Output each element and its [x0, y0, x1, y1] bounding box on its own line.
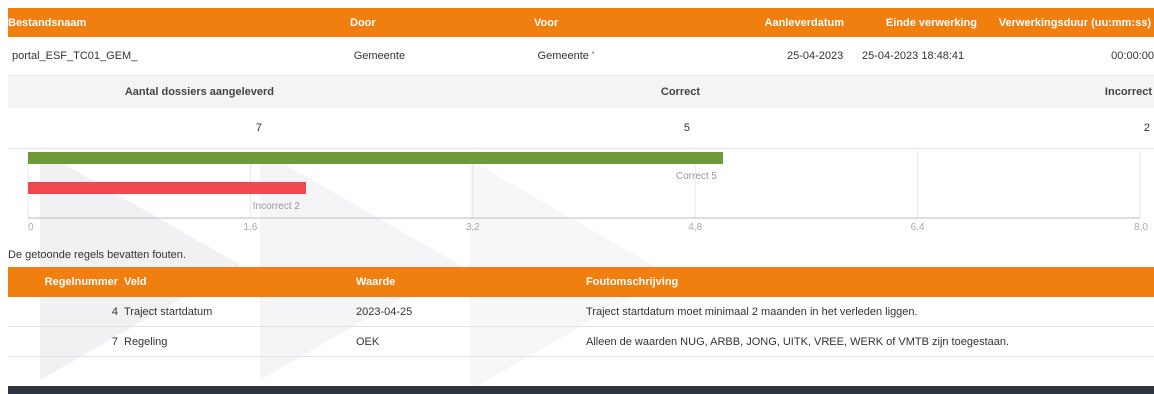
- cell-verwerkingsduur: 00:00:00: [1111, 50, 1154, 62]
- tick-label: 8,0: [1134, 222, 1148, 233]
- cell-einde-verwerking: 25-04-2023 18:48:41: [862, 50, 965, 62]
- summary-correct-header: Correct: [660, 86, 700, 98]
- data-label: Incorrect 2: [253, 201, 301, 212]
- col-aanleverdatum[interactable]: Aanleverdatum: [724, 17, 844, 29]
- cell-waarde: OEK: [356, 335, 380, 348]
- col-verwerkingsduur[interactable]: Verwerkingsduur (uu:mm:ss): [977, 17, 1151, 29]
- col-einde-verwerking[interactable]: Einde verwerking: [844, 17, 977, 29]
- cell-waarde: 2023-04-25: [356, 305, 413, 318]
- bar-incorrect: [28, 182, 306, 194]
- cell-regelnummer: 4: [111, 305, 118, 318]
- error-table: Regelnummer Veld Waarde Foutomschrijving…: [8, 267, 1154, 357]
- cell-foutomschrijving: Alleen de waarden NUG, ARBB, JONG, UITK,…: [586, 335, 1010, 348]
- error-table-header: Regelnummer Veld Waarde Foutomschrijving: [8, 267, 1154, 297]
- table-row: 4 Traject startdatum 2023-04-25 Traject sta…: [8, 297, 1154, 327]
- error-note: De getoonde regels bevatten fouten.: [8, 249, 186, 261]
- report-content: Bestandsnaam Door Voor Aanleverdatum Ein…: [8, 8, 1154, 243]
- col-foutomschrijving[interactable]: Foutomschrijving: [586, 276, 1146, 288]
- tick-label: 1,6: [243, 222, 257, 233]
- cell-regelnummer: 7: [111, 335, 118, 348]
- summary-incorrect-header: Incorrect: [1104, 86, 1152, 98]
- cell-veld: Regeling: [124, 335, 168, 348]
- tick-label: 4,8: [688, 222, 702, 233]
- cell-filename: portal_ESF_TC01_GEM_: [12, 50, 138, 62]
- cell-voor: Gemeente ': [537, 50, 595, 62]
- file-table-header: Bestandsnaam Door Voor Aanleverdatum Ein…: [8, 8, 1154, 37]
- bar-correct: [28, 152, 723, 164]
- file-table: Bestandsnaam Door Voor Aanleverdatum Ein…: [8, 8, 1154, 76]
- summary-aantal-value: 7: [255, 122, 262, 134]
- summary-incorrect-value: 2: [1143, 122, 1150, 134]
- file-table-row: portal_ESF_TC01_GEM_ Gemeente Gemeente '…: [8, 37, 1154, 76]
- data-label: Correct 5: [676, 171, 718, 182]
- summary-aantal-header: Aantal dossiers aangeleverd: [124, 86, 274, 98]
- tick-label: 6,4: [911, 222, 925, 233]
- col-door[interactable]: Door: [350, 17, 534, 29]
- cell-aanleverdatum: 25-04-2023: [787, 50, 844, 62]
- tick-label: 3,2: [466, 222, 480, 233]
- col-waarde[interactable]: Waarde: [356, 276, 586, 288]
- col-regelnummer[interactable]: Regelnummer: [8, 276, 118, 288]
- col-voor[interactable]: Voor: [534, 17, 724, 29]
- tick-label: 0: [28, 222, 34, 233]
- summary-table: Aantal dossiers aangeleverd Correct Inco…: [8, 76, 1154, 149]
- error-table-body: 4 Traject startdatum 2023-04-25 Traject sta…: [8, 297, 1154, 357]
- cell-door: Gemeente: [353, 50, 406, 62]
- cell-foutomschrijving: Traject startdatum moet minimaal 2 maand…: [586, 305, 918, 318]
- col-veld[interactable]: Veld: [118, 276, 356, 288]
- col-bestandsnaam[interactable]: Bestandsnaam: [8, 17, 350, 29]
- summary-header: Aantal dossiers aangeleverd Correct Inco…: [8, 76, 1154, 108]
- summary-values: 7 5 2: [8, 108, 1154, 149]
- bar-chart: Correct 5 Incorrect 2 0 1,6 3,2 4,8 6,4 8,0: [8, 149, 1154, 243]
- bar-chart-svg: Correct 5 Incorrect 2 0 1,6 3,2 4,8 6,4 8,0: [27, 151, 1148, 233]
- summary-correct-value: 5: [683, 122, 690, 134]
- cell-veld: Traject startdatum: [124, 305, 213, 318]
- table-row: 7 Regeling OEK Alleen de waarden NUG, ARBB,…: [8, 327, 1154, 357]
- footer-bar: [8, 386, 1154, 394]
